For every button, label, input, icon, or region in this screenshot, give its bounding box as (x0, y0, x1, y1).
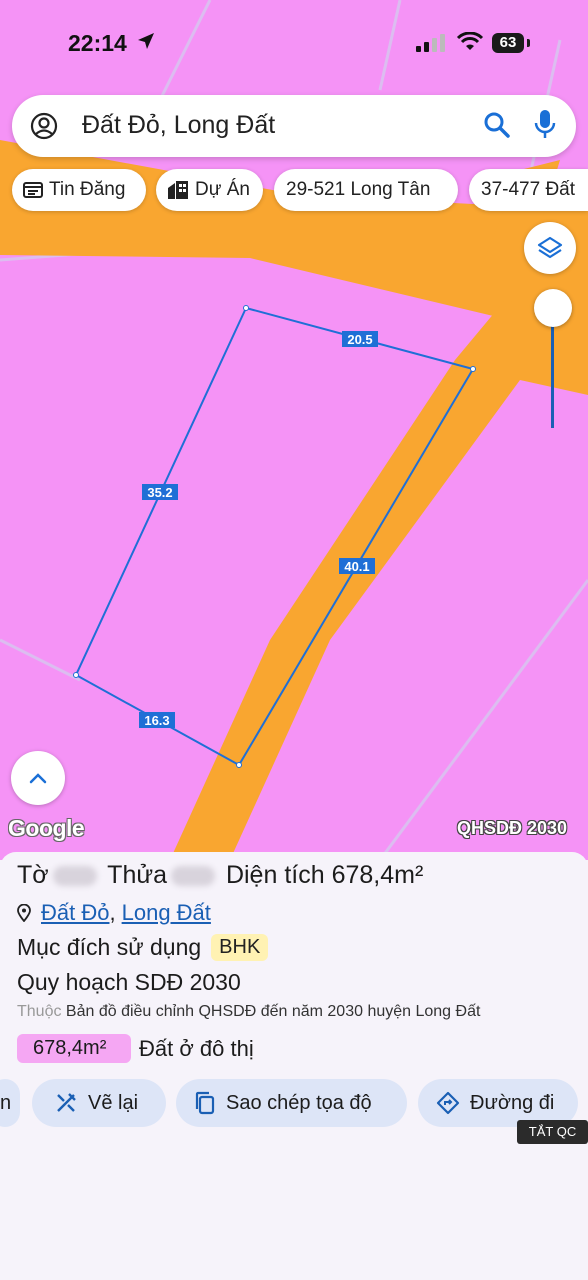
map-layer-tag: QHSDĐ 2030 (457, 818, 568, 838)
redraw-label: Vẽ lại (88, 1091, 139, 1114)
battery-indicator: 63 (492, 33, 524, 53)
zone-row: 678,4m² Đất ở đô thị (17, 1034, 254, 1063)
edge-length-label-bottom: 16.3 (144, 713, 169, 728)
status-time: 22:14 (68, 30, 127, 56)
status-bar: 22:14 63 (0, 0, 588, 86)
search-bar[interactable]: Đất Đỏ, Long Đất (12, 95, 576, 157)
battery-tip (527, 39, 530, 47)
search-query[interactable]: Đất Đỏ, Long Đất (82, 111, 275, 140)
redraw-icon (57, 1093, 76, 1112)
parcel-location: Đất Đỏ, Long Đất (17, 900, 211, 926)
plan-title: Quy hoạch SDĐ 2030 (17, 969, 241, 995)
redacted-sheet-number (52, 866, 97, 887)
parcel-header: Tờ Thửa Diện tích 678,4m² (17, 861, 423, 890)
chevron-up-icon (29, 773, 47, 784)
chip-label: Dự Án (195, 179, 250, 200)
chip-tin-dang[interactable]: Tin Đăng (12, 169, 146, 211)
account-icon[interactable] (30, 112, 58, 140)
parcel-info-sheet: Tờ Thửa Diện tích 678,4m² Đất Đỏ, Long Đấ… (0, 852, 588, 1280)
plot-label: Thửa (107, 861, 167, 889)
chip-parcel-29-521[interactable]: 29-521 Long Tân (274, 169, 458, 211)
edge-length-label-right: 40.1 (344, 559, 369, 574)
directions-icon (436, 1091, 460, 1115)
partial-action-label: n (0, 1091, 12, 1114)
action-buttons: n Vẽ lại Sao chép tọa độ Đường đi (0, 1079, 588, 1129)
filter-chips: Tin Đăng Dự Án 29-521 Long Tân 37-477 Đấ… (0, 169, 588, 213)
chip-du-an[interactable]: Dự Án (156, 169, 263, 211)
copy-coordinates-label: Sao chép tọa độ (226, 1091, 372, 1114)
plan-source: Thuộc Bản đồ điều chỉnh QHSDĐ đến năm 20… (17, 1003, 480, 1021)
directions-label: Đường đi (470, 1091, 555, 1114)
location-separator: , (109, 900, 116, 925)
location-arrow-icon (138, 33, 154, 49)
purpose-label: Mục đích sử dụng (17, 934, 202, 960)
wifi-icon (456, 32, 484, 50)
expand-sheet-button[interactable] (11, 751, 65, 805)
microphone-icon[interactable] (534, 109, 556, 141)
copy-icon (195, 1091, 215, 1115)
listing-icon (23, 182, 43, 198)
chip-label: 37-477 Đất (481, 179, 576, 200)
opacity-slider-handle[interactable] (534, 289, 572, 327)
opacity-slider-track[interactable] (551, 320, 554, 428)
zone-label: Đất ở đô thị (139, 1035, 254, 1061)
layers-button[interactable] (524, 222, 576, 274)
area-label: Diện tích (225, 861, 325, 889)
source-prefix: Thuộc (17, 1003, 62, 1020)
location-province-link[interactable]: Long Đất (122, 900, 211, 926)
partial-action-button[interactable]: n (0, 1079, 20, 1127)
edge-length-label-left: 35.2 (147, 485, 172, 500)
sheet-label: Tờ (17, 861, 49, 889)
search-icon[interactable] (483, 111, 511, 139)
parcel-vertex (470, 366, 476, 372)
redraw-button[interactable]: Vẽ lại (32, 1079, 166, 1127)
chip-label: Tin Đăng (49, 179, 126, 200)
hide-ads-button[interactable]: TẮT QC (517, 1120, 588, 1144)
land-purpose-row: Mục đích sử dụng BHK (17, 934, 269, 961)
layers-icon (537, 236, 563, 259)
redacted-plot-number (171, 866, 215, 887)
buildings-icon (168, 181, 188, 199)
cellular-signal-icon (416, 34, 445, 52)
google-logo: Google (8, 815, 85, 841)
chip-label: 29-521 Long Tân (286, 179, 431, 200)
source-text: Bản đồ điều chỉnh QHSDĐ đến năm 2030 huy… (65, 1003, 481, 1020)
zone-area-badge: 678,4m² (17, 1034, 131, 1063)
parcel-vertex (243, 305, 249, 311)
purpose-code-badge: BHK (211, 934, 269, 961)
location-pin-icon (17, 904, 31, 922)
area-value: 678,4m² (331, 861, 424, 889)
edge-length-label-top: 20.5 (347, 332, 372, 347)
location-district-link[interactable]: Đất Đỏ (41, 900, 109, 926)
parcel-vertex (236, 762, 242, 768)
parcel-vertex (73, 672, 79, 678)
chip-parcel-37-477[interactable]: 37-477 Đất (469, 169, 588, 211)
copy-coordinates-button[interactable]: Sao chép tọa độ (176, 1079, 407, 1127)
